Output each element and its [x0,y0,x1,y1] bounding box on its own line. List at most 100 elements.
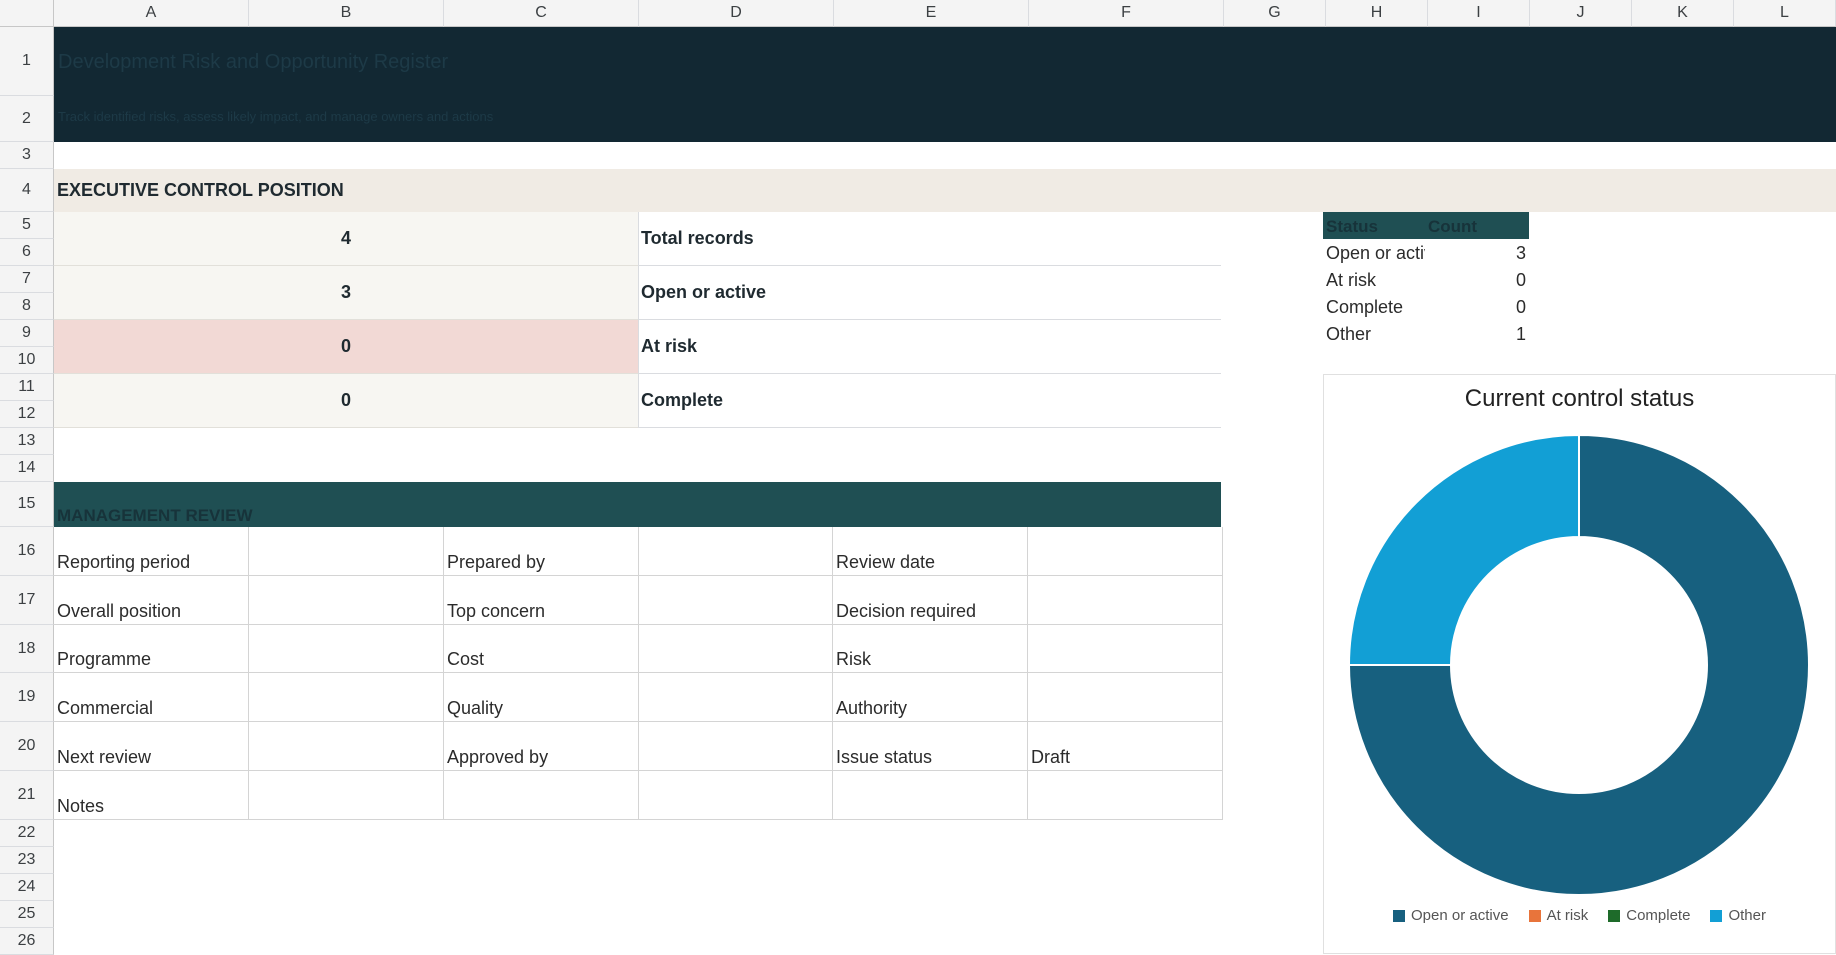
kpi-open-value[interactable]: 3 [54,266,638,320]
review-cell[interactable] [638,771,833,820]
review-cell[interactable]: Commercial [54,673,249,722]
review-cell[interactable] [833,771,1028,820]
review-cell[interactable]: Notes [54,771,249,820]
column-header[interactable]: L [1734,0,1836,27]
row-header[interactable]: 1 [0,27,54,96]
pivot-count-header[interactable]: Count [1428,217,1477,237]
review-cell[interactable] [1028,771,1223,820]
row-header[interactable]: 23 [0,847,54,874]
review-cell[interactable]: Cost [444,625,639,673]
row-header[interactable]: 15 [0,482,54,527]
pivot-status-header[interactable]: Status [1326,217,1378,237]
column-header[interactable]: G [1224,0,1326,27]
legend-item[interactable]: Complete [1608,907,1690,924]
review-cell[interactable]: Top concern [444,576,639,625]
kpi-complete-label[interactable]: Complete [638,374,1221,428]
row-header[interactable]: 10 [0,347,54,374]
kpi-complete-value[interactable]: 0 [54,374,638,428]
pivot-row-label[interactable]: Other [1326,324,1425,345]
review-cell[interactable]: Quality [444,673,639,722]
row-header[interactable]: 26 [0,928,54,955]
sheet-subtitle[interactable]: Track identified risks, assess likely im… [58,109,493,124]
row-header[interactable]: 18 [0,625,54,673]
row-header[interactable]: 24 [0,874,54,901]
select-all-corner[interactable] [0,0,54,27]
review-cell[interactable] [638,722,833,771]
kpi-total-value[interactable]: 4 [54,212,638,266]
review-cell[interactable]: Decision required [833,576,1028,625]
review-cell[interactable]: Risk [833,625,1028,673]
review-cell[interactable] [638,527,833,576]
row-header[interactable]: 13 [0,428,54,455]
executive-heading[interactable]: EXECUTIVE CONTROL POSITION [54,169,1836,212]
row-header[interactable]: 2 [0,96,54,142]
review-cell[interactable] [1028,625,1223,673]
kpi-total-label[interactable]: Total records [638,212,1221,266]
review-cell[interactable] [638,625,833,673]
column-header[interactable]: F [1029,0,1224,27]
row-header[interactable]: 3 [0,142,54,169]
review-cell[interactable] [249,576,444,625]
review-cell[interactable]: Draft [1028,722,1223,771]
row-header[interactable]: 4 [0,169,54,212]
review-cell[interactable]: Issue status [833,722,1028,771]
kpi-risk-value[interactable]: 0 [54,320,638,374]
row-header[interactable]: 17 [0,576,54,625]
review-cell[interactable] [249,527,444,576]
review-cell[interactable] [249,722,444,771]
review-cell[interactable] [1028,576,1223,625]
row-header[interactable]: 19 [0,673,54,722]
row-header[interactable]: 9 [0,320,54,347]
row-header[interactable]: 5 [0,212,54,239]
column-header[interactable]: E [834,0,1029,27]
donut-chart[interactable]: Current control status Open or active At… [1323,374,1836,954]
review-cell[interactable] [249,771,444,820]
review-cell[interactable] [1028,673,1223,722]
review-cell[interactable] [638,673,833,722]
row-header[interactable]: 25 [0,901,54,928]
kpi-open-label[interactable]: Open or active [638,266,1221,320]
row-header[interactable]: 12 [0,401,54,428]
row-header[interactable]: 21 [0,771,54,820]
column-header[interactable]: A [54,0,249,27]
column-header[interactable]: C [444,0,639,27]
review-cell[interactable]: Review date [833,527,1028,576]
pivot-row-label[interactable]: Complete [1326,297,1425,318]
review-cell[interactable] [1028,527,1223,576]
pivot-row-count[interactable]: 1 [1427,324,1526,345]
kpi-risk-label[interactable]: At risk [638,320,1221,374]
review-cell[interactable] [444,771,639,820]
column-header[interactable]: H [1326,0,1428,27]
review-cell[interactable]: Prepared by [444,527,639,576]
row-header[interactable]: 16 [0,527,54,576]
review-cell[interactable]: Approved by [444,722,639,771]
review-cell[interactable] [638,576,833,625]
review-cell[interactable]: Programme [54,625,249,673]
row-header[interactable]: 14 [0,455,54,482]
legend-item[interactable]: Other [1710,907,1766,924]
column-header[interactable]: K [1632,0,1734,27]
column-header[interactable]: I [1428,0,1530,27]
pie-slice-other[interactable] [1347,433,1580,666]
legend-item[interactable]: Open or active [1393,907,1509,924]
column-header[interactable]: B [249,0,444,27]
column-header[interactable]: J [1530,0,1632,27]
row-header[interactable]: 22 [0,820,54,847]
review-cell[interactable] [249,673,444,722]
pivot-row-count[interactable]: 3 [1427,243,1526,264]
review-cell[interactable] [249,625,444,673]
pivot-row-label[interactable]: Open or active [1326,243,1425,264]
row-header[interactable]: 7 [0,266,54,293]
row-header[interactable]: 11 [0,374,54,401]
review-cell[interactable]: Overall position [54,576,249,625]
row-header[interactable]: 20 [0,722,54,771]
review-cell[interactable]: Reporting period [54,527,249,576]
row-header[interactable]: 8 [0,293,54,320]
pivot-row-label[interactable]: At risk [1326,270,1425,291]
review-cell[interactable]: Next review [54,722,249,771]
row-header[interactable]: 6 [0,239,54,266]
column-header[interactable]: D [639,0,834,27]
pivot-row-count[interactable]: 0 [1427,297,1526,318]
review-heading[interactable]: MANAGEMENT REVIEW [54,482,1221,527]
legend-item[interactable]: At risk [1528,907,1588,924]
